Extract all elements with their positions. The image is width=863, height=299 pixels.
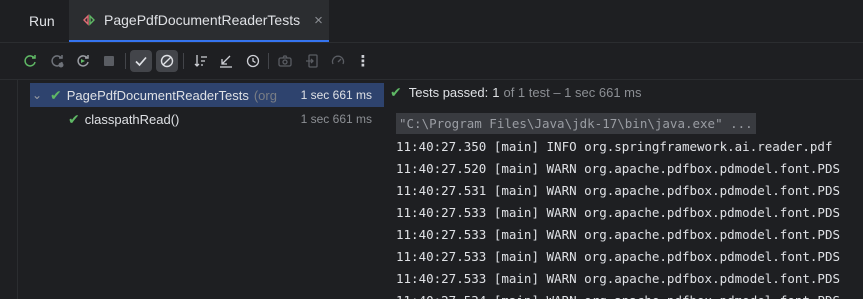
- console-line: 11:40:27.520 [main] WARN org.apache.pdfb…: [396, 161, 841, 176]
- console-line: 11:40:27.533 [main] WARN org.apache.pdfb…: [396, 249, 841, 264]
- tree-root-row[interactable]: ⌄ ✔ PagePdfDocumentReaderTests (org 1 se…: [30, 83, 384, 107]
- stop-icon[interactable]: [98, 50, 120, 72]
- status-summary: of 1 test – 1 sec 661 ms: [503, 85, 642, 100]
- rerun-icon[interactable]: [19, 50, 41, 72]
- status-count: 1: [492, 85, 500, 100]
- show-ignored-icon[interactable]: [156, 50, 178, 72]
- test-method-duration: 1 sec 661 ms: [300, 112, 372, 126]
- passed-check-icon: ✔: [68, 110, 80, 127]
- test-class-duration: 1 sec 661 ms: [300, 88, 372, 102]
- test-tree-panel: ⌄ ✔ PagePdfDocumentReaderTests (org 1 se…: [17, 80, 387, 299]
- console-line: 11:40:27.534 [main] WARN org.apache.pdfb…: [396, 290, 840, 299]
- test-runner-toolbar: ⋮: [0, 43, 863, 80]
- tree-child-row[interactable]: ✔ classpathRead() 1 sec 661 ms: [68, 107, 384, 131]
- console-line: 11:40:27.531 [main] WARN org.apache.pdfb…: [396, 183, 841, 198]
- chevron-down-icon[interactable]: ⌄: [32, 88, 46, 102]
- import-icon[interactable]: [301, 50, 323, 72]
- test-config-icon: [82, 12, 98, 28]
- collapse-icon[interactable]: [215, 50, 237, 72]
- close-tab-icon[interactable]: ×: [314, 12, 323, 29]
- toolbar-separator: [183, 53, 184, 69]
- test-class-package: (org: [253, 87, 277, 103]
- passed-check-icon: ✔: [390, 84, 402, 100]
- show-passed-icon[interactable]: [130, 50, 152, 72]
- tab-title: PagePdfDocumentReaderTests: [104, 12, 301, 28]
- console-output[interactable]: "C:\Program Files\Java\jdk-17\bin\java.e…: [396, 113, 863, 299]
- sort-icon[interactable]: [190, 50, 212, 72]
- test-status-bar: ✔ Tests passed: 1 of 1 test – 1 sec 661 …: [386, 80, 863, 105]
- toolbar-separator: [268, 53, 269, 69]
- history-icon[interactable]: [242, 50, 264, 72]
- screenshot-icon[interactable]: [274, 50, 296, 72]
- tool-window-header: Run PagePdfDocumentReaderTests ×: [0, 0, 863, 43]
- console-line: 11:40:27.350 [main] INFO org.springframe…: [396, 139, 833, 154]
- more-glyph: ⋮: [355, 53, 371, 70]
- rerun-failed-icon[interactable]: [46, 50, 68, 72]
- run-configuration-tab[interactable]: PagePdfDocumentReaderTests ×: [69, 0, 329, 42]
- console-line: 11:40:27.533 [main] WARN org.apache.pdfb…: [396, 205, 841, 220]
- test-class-name: PagePdfDocumentReaderTests: [66, 87, 249, 103]
- status-text: Tests passed:: [408, 85, 489, 100]
- test-method-name: classpathRead(): [84, 111, 180, 127]
- export-icon[interactable]: [327, 50, 349, 72]
- console-line: 11:40:27.533 [main] WARN org.apache.pdfb…: [396, 271, 841, 286]
- console-panel: ✔ Tests passed: 1 of 1 test – 1 sec 661 …: [386, 80, 863, 299]
- console-line: 11:40:27.533 [main] WARN org.apache.pdfb…: [396, 227, 841, 242]
- passed-check-icon: ✔: [50, 86, 62, 103]
- console-command-line[interactable]: "C:\Program Files\Java\jdk-17\bin\java.e…: [396, 113, 756, 134]
- rerun-auto-icon[interactable]: [72, 50, 94, 72]
- toolbar-separator: [125, 53, 126, 69]
- more-icon[interactable]: ⋮: [352, 50, 374, 72]
- run-tool-window-title[interactable]: Run: [29, 13, 55, 29]
